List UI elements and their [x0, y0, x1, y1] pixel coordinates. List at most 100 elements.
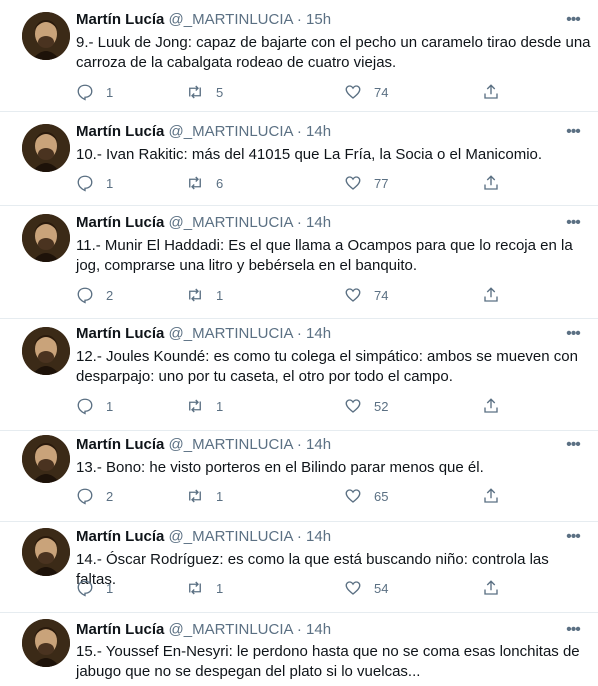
heart-icon [344, 174, 362, 192]
separator: · [296, 11, 302, 28]
tweet[interactable]: Martín Lucía @_MARTINLUCIA · 14h ••• 13.… [0, 431, 598, 522]
tweet-header: Martín Lucía @_MARTINLUCIA · 14h [76, 527, 331, 547]
like-button[interactable]: 54 [344, 578, 388, 598]
avatar[interactable] [22, 124, 70, 172]
timestamp[interactable]: 14h [306, 621, 331, 638]
tweet[interactable]: Martín Lucía @_MARTINLUCIA · 14h ••• 12.… [0, 319, 598, 431]
author-handle[interactable]: @_MARTINLUCIA [169, 123, 293, 140]
timestamp[interactable]: 14h [306, 528, 331, 545]
share-button[interactable] [482, 173, 500, 193]
retweet-count: 1 [216, 287, 224, 303]
like-button[interactable]: 74 [344, 82, 388, 102]
retweet-button[interactable]: 1 [186, 396, 223, 416]
reply-button[interactable]: 1 [76, 173, 113, 193]
reply-icon [76, 286, 94, 304]
author-handle[interactable]: @_MARTINLUCIA [169, 436, 293, 453]
heart-icon [344, 487, 362, 505]
heart-icon [344, 579, 362, 597]
author-name[interactable]: Martín Lucía [76, 436, 164, 453]
author-name[interactable]: Martín Lucía [76, 214, 164, 231]
tweet-actions: 1 5 74 [76, 82, 516, 102]
timestamp[interactable]: 15h [306, 11, 331, 28]
tweet-text-line: jabugo que no se despegan del plato si l… [76, 663, 421, 680]
reply-button[interactable]: 2 [76, 486, 113, 506]
author-handle[interactable]: @_MARTINLUCIA [169, 325, 293, 342]
author-name[interactable]: Martín Lucía [76, 123, 164, 140]
author-handle[interactable]: @_MARTINLUCIA [169, 11, 293, 28]
tweet-text-line: 12.- Joules Koundé: es como tu colega el… [76, 348, 578, 365]
like-button[interactable]: 52 [344, 396, 388, 416]
share-icon [482, 286, 500, 304]
timestamp[interactable]: 14h [306, 325, 331, 342]
tweet-text: 11.- Munir El Haddadi: Es el que llama a… [76, 236, 592, 276]
tweet-text-line: 9.- Luuk de Jong: capaz de bajarte con e… [76, 34, 591, 51]
reply-icon [76, 174, 94, 192]
avatar[interactable] [22, 619, 70, 667]
timestamp[interactable]: 14h [306, 123, 331, 140]
tweet-text: 12.- Joules Koundé: es como tu colega el… [76, 347, 592, 387]
tweet[interactable]: Martín Lucía @_MARTINLUCIA · 14h ••• 11.… [0, 206, 598, 319]
share-button[interactable] [482, 578, 500, 598]
tweet[interactable]: Martín Lucía @_MARTINLUCIA · 15h ••• 9.-… [0, 0, 598, 112]
tweet-text-line: 13.- Bono: he visto porteros en el Bilin… [76, 459, 484, 476]
reply-count: 1 [106, 398, 114, 414]
reply-count: 2 [106, 287, 114, 303]
retweet-count: 1 [216, 398, 224, 414]
timestamp[interactable]: 14h [306, 436, 331, 453]
tweet-text-line: 10.- Ivan Rakitic: más del 41015 que La … [76, 146, 543, 163]
author-name[interactable]: Martín Lucía [76, 621, 164, 638]
share-button[interactable] [482, 396, 500, 416]
retweet-button[interactable]: 1 [186, 578, 223, 598]
avatar[interactable] [22, 12, 70, 60]
like-button[interactable]: 77 [344, 173, 388, 193]
author-handle[interactable]: @_MARTINLUCIA [169, 528, 293, 545]
tweet[interactable]: Martín Lucía @_MARTINLUCIA · 14h ••• 14.… [0, 522, 598, 613]
more-icon[interactable]: ••• [562, 213, 584, 233]
share-button[interactable] [482, 486, 500, 506]
retweet-button[interactable]: 5 [186, 82, 223, 102]
like-button[interactable]: 65 [344, 486, 388, 506]
more-icon[interactable]: ••• [562, 620, 584, 640]
share-button[interactable] [482, 82, 500, 102]
author-handle[interactable]: @_MARTINLUCIA [169, 214, 293, 231]
more-icon[interactable]: ••• [562, 527, 584, 547]
tweet-text: 13.- Bono: he visto porteros en el Bilin… [76, 458, 592, 478]
tweet[interactable]: Martín Lucía @_MARTINLUCIA · 14h ••• 15.… [0, 613, 598, 686]
avatar[interactable] [22, 528, 70, 576]
reply-button[interactable]: 1 [76, 396, 113, 416]
reply-button[interactable]: 1 [76, 82, 113, 102]
more-icon[interactable]: ••• [562, 435, 584, 455]
reply-count: 1 [106, 580, 114, 596]
avatar[interactable] [22, 327, 70, 375]
share-icon [482, 487, 500, 505]
tweet-header: Martín Lucía @_MARTINLUCIA · 14h [76, 324, 331, 344]
more-icon[interactable]: ••• [562, 122, 584, 142]
retweet-button[interactable]: 1 [186, 285, 223, 305]
share-button[interactable] [482, 285, 500, 305]
author-handle[interactable]: @_MARTINLUCIA [169, 621, 293, 638]
reply-button[interactable]: 2 [76, 285, 113, 305]
tweet-text-line: 11.- Munir El Haddadi: Es el que llama a… [76, 237, 573, 254]
avatar[interactable] [22, 214, 70, 262]
retweet-button[interactable]: 1 [186, 486, 223, 506]
separator: · [296, 214, 302, 231]
reply-icon [76, 397, 94, 415]
heart-icon [344, 286, 362, 304]
separator: · [296, 325, 302, 342]
reply-icon [76, 487, 94, 505]
like-button[interactable]: 74 [344, 285, 388, 305]
more-icon[interactable]: ••• [562, 324, 584, 344]
like-count: 74 [374, 84, 389, 100]
retweet-button[interactable]: 6 [186, 173, 223, 193]
author-name[interactable]: Martín Lucía [76, 325, 164, 342]
author-name[interactable]: Martín Lucía [76, 528, 164, 545]
reply-button[interactable]: 1 [76, 578, 113, 598]
tweet-text-line: jog, comprarse una litro y bebérsela en … [76, 257, 418, 274]
tweet[interactable]: Martín Lucía @_MARTINLUCIA · 14h ••• 10.… [0, 112, 598, 206]
reply-count: 1 [106, 175, 114, 191]
more-icon[interactable]: ••• [562, 10, 584, 30]
timestamp[interactable]: 14h [306, 214, 331, 231]
author-name[interactable]: Martín Lucía [76, 11, 164, 28]
avatar[interactable] [22, 435, 70, 483]
retweet-icon [186, 397, 204, 415]
